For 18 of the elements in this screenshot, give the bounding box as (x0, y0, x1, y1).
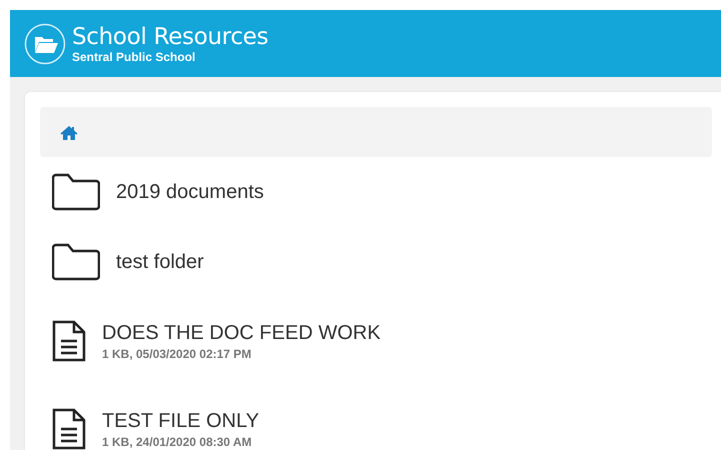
folder-name: test folder (116, 250, 204, 274)
file-meta: 1 KB, 05/03/2020 02:17 PM (102, 346, 252, 360)
document-icon (52, 320, 86, 362)
folder-name: 2019 documents (116, 180, 264, 204)
file-name: DOES THE DOC FEED WORK (102, 322, 381, 344)
document-icon (52, 408, 86, 450)
home-icon[interactable] (60, 124, 78, 140)
file-item[interactable]: TEST FILE ONLY 1 KB, 24/01/2020 08:30 AM (40, 385, 712, 450)
folder-logo-icon (24, 22, 66, 64)
file-item[interactable]: DOES THE DOC FEED WORK 1 KB, 05/03/2020 02:17 PM (40, 297, 712, 385)
folder-item[interactable]: test folder (40, 227, 712, 297)
file-meta: 1 KB, 24/01/2020 08:30 AM (102, 434, 253, 448)
app-title: School Resources (72, 24, 268, 50)
folder-item[interactable]: 2019 documents (40, 157, 712, 227)
folder-icon (52, 243, 100, 281)
folder-icon (52, 173, 100, 211)
file-name: TEST FILE ONLY (102, 410, 260, 432)
school-name: Sentral Public School (72, 50, 196, 64)
